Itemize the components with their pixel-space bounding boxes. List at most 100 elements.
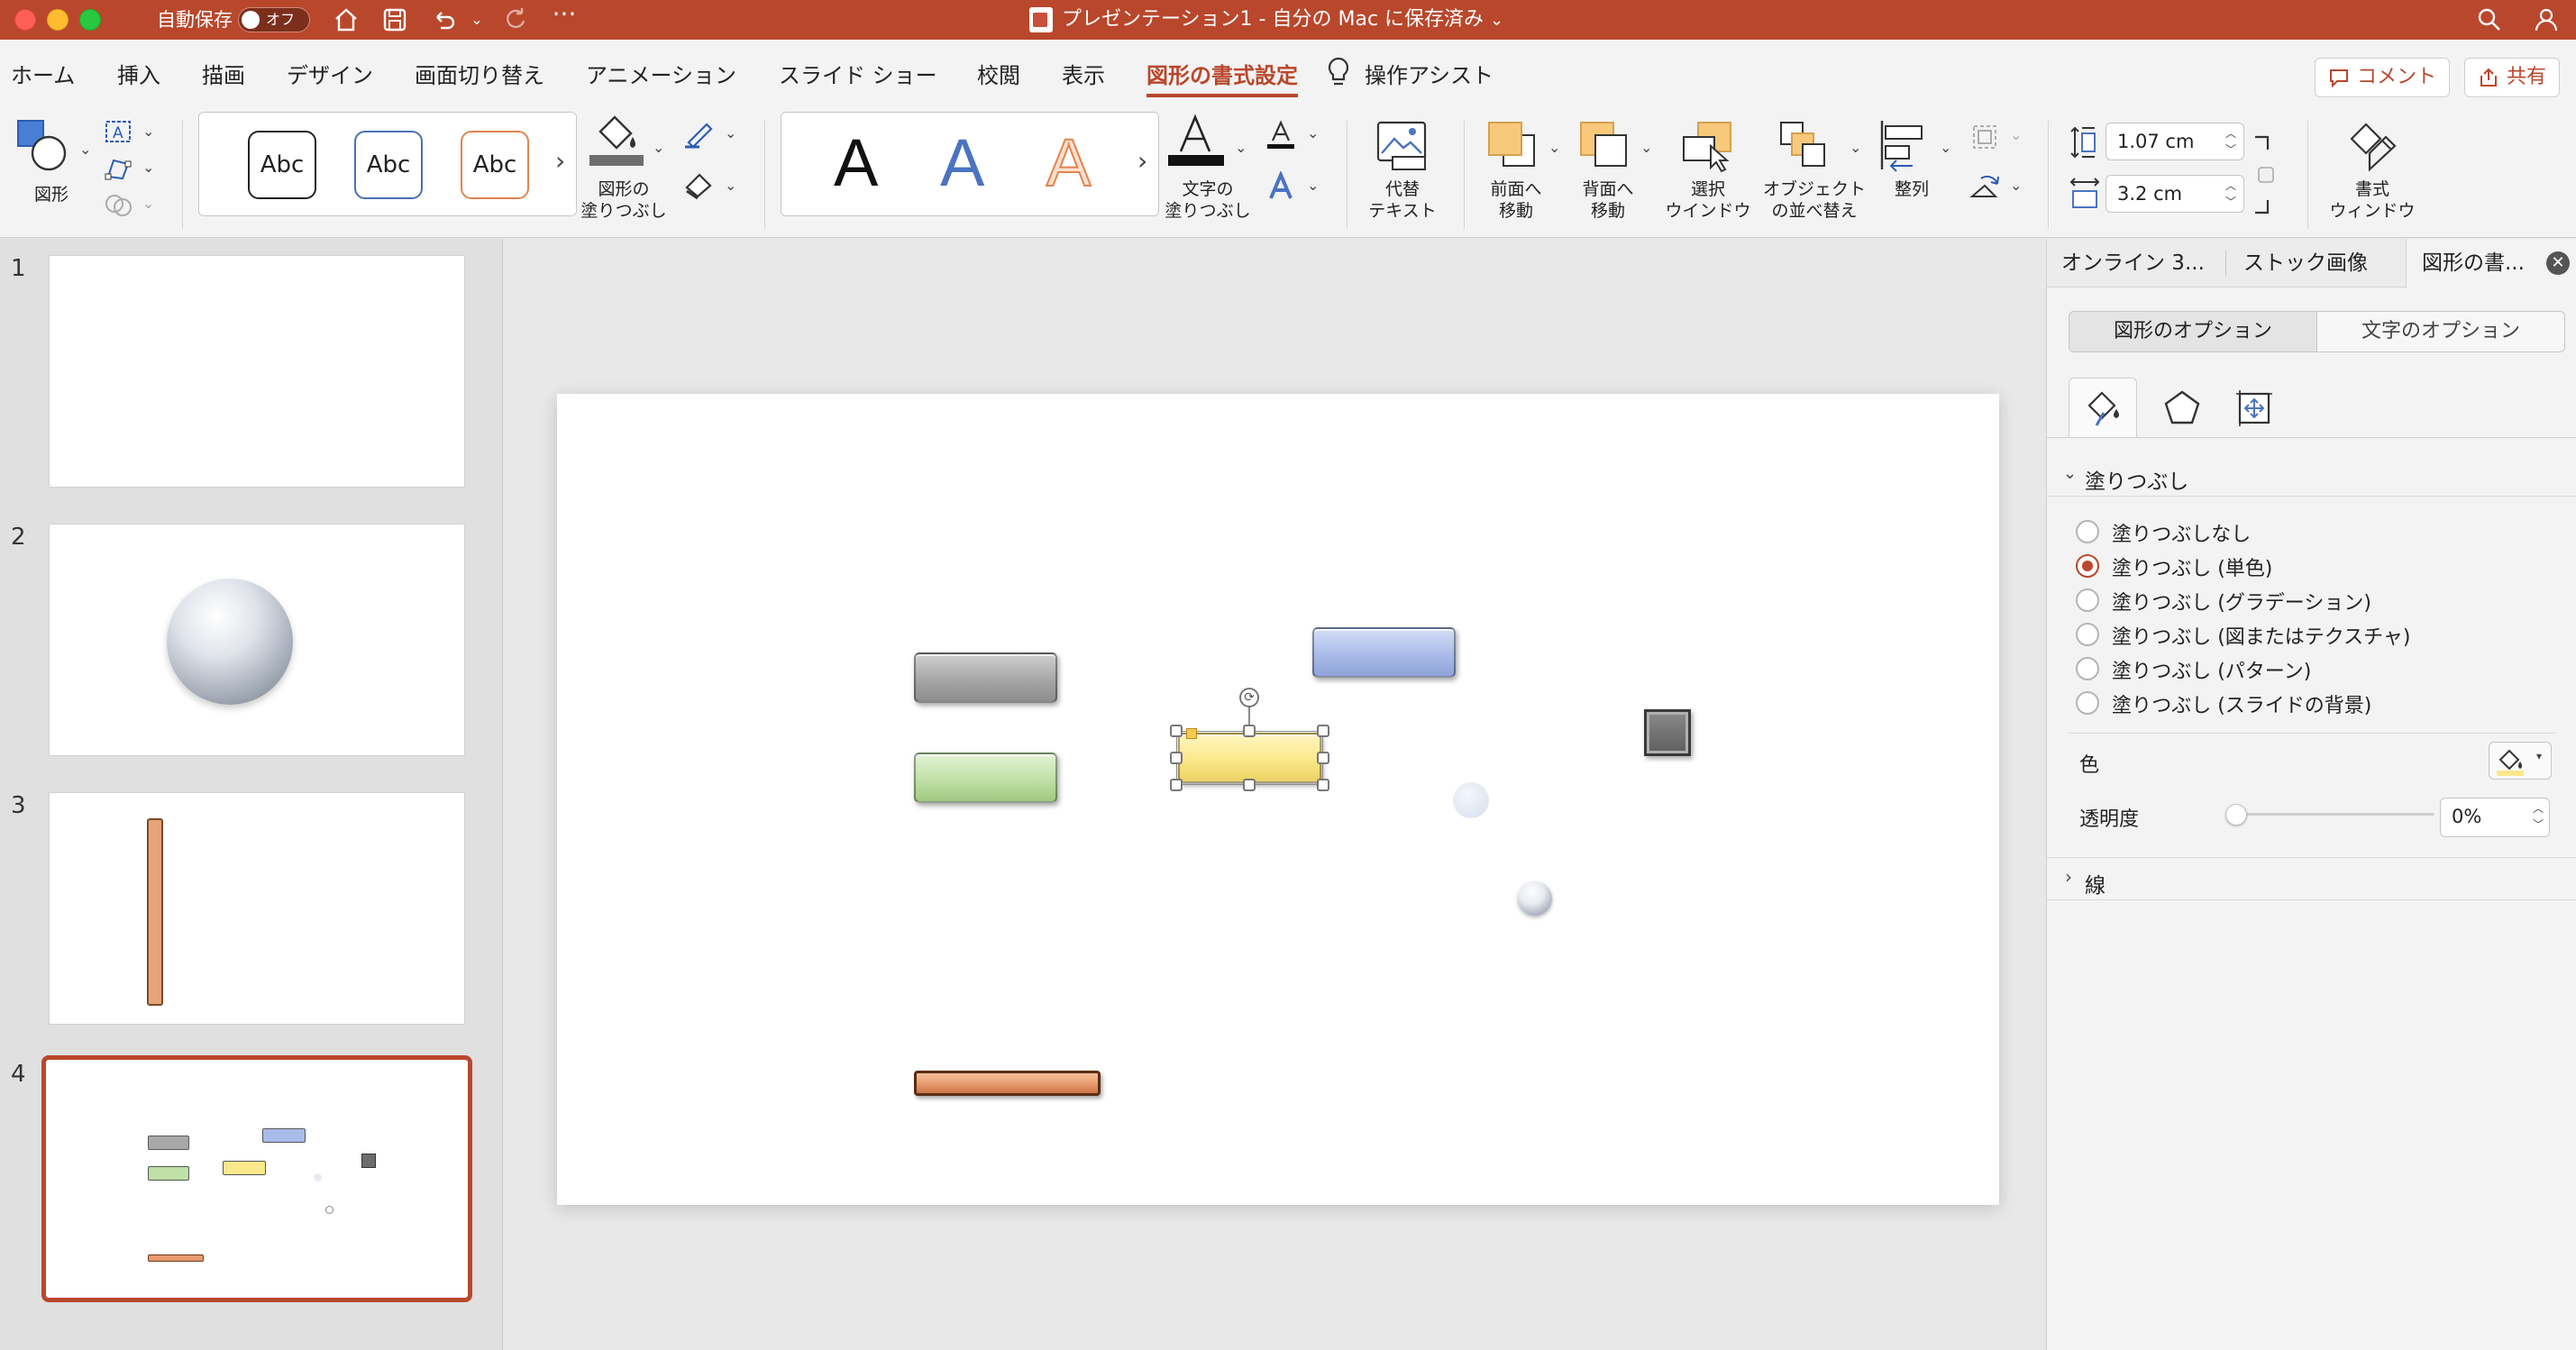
tab-slide-show[interactable]: スライド ショー — [779, 58, 937, 89]
width-up-chevron-icon[interactable]: ︿ — [2225, 179, 2236, 192]
fill-option-picture-texture[interactable]: 塗りつぶし (図またはテクスチャ) — [2076, 619, 2526, 650]
fill-option-pattern[interactable]: 塗りつぶし (パターン) — [2076, 653, 2526, 684]
fill-option-gradient[interactable]: 塗りつぶし (グラデーション) — [2076, 585, 2526, 616]
close-window-button[interactable] — [14, 9, 36, 31]
slide-thumbnail-2[interactable] — [49, 524, 465, 756]
tab-view[interactable]: 表示 — [1062, 58, 1105, 89]
comment-button[interactable]: コメント — [2315, 58, 2450, 97]
bring-forward-button[interactable]: ⌄ 前面へ 移動 — [1475, 112, 1565, 229]
tab-shape-format[interactable]: 図形の書式設定 — [1146, 58, 1298, 89]
align-button[interactable]: ⌄ 整列 — [1877, 112, 1958, 229]
group-objects-button[interactable]: ⌄ — [1969, 121, 2032, 160]
resize-handle-bottom[interactable] — [1243, 779, 1256, 791]
wordart-more-chevron-icon[interactable]: › — [1137, 146, 1147, 176]
transparency-slider-thumb[interactable] — [2225, 804, 2247, 826]
fill-option-slide-background[interactable]: 塗りつぶし (スライドの背景) — [2076, 688, 2526, 718]
tab-review[interactable]: 校閲 — [977, 58, 1020, 89]
tab-home[interactable]: ホーム — [11, 58, 75, 89]
dark-square-shape[interactable] — [1644, 709, 1691, 756]
fill-section-header[interactable]: ⌄ 塗りつぶし — [2047, 457, 2576, 497]
effects-tab-pentagon-icon[interactable] — [2155, 385, 2209, 435]
search-icon[interactable] — [2471, 0, 2507, 45]
undo-dropdown-chevron-icon[interactable]: ⌄ — [463, 0, 490, 40]
resize-handle-top-left[interactable] — [1170, 725, 1183, 737]
text-fill-button[interactable]: ⌄ 文字の 塗りつぶし — [1165, 112, 1251, 229]
tab-format-shape[interactable]: 図形の書... — [2422, 239, 2525, 287]
wordart-style-blue[interactable]: A — [940, 122, 984, 205]
tab-stock-images[interactable]: ストック画像 — [2243, 239, 2368, 287]
current-slide[interactable]: ⟳ — [557, 394, 1999, 1205]
wordart-style-orange-outline[interactable]: A — [1046, 122, 1092, 205]
tab-draw[interactable]: 描画 — [202, 58, 245, 89]
rotate-button[interactable]: ⌄ — [1969, 171, 2032, 211]
resize-handle-left[interactable] — [1170, 752, 1183, 764]
undo-icon[interactable] — [425, 0, 461, 45]
fill-and-line-tab[interactable] — [2069, 378, 2137, 437]
transparency-up-chevron-icon[interactable]: ︿ — [2533, 802, 2544, 815]
tab-transitions[interactable]: 画面切り替え — [415, 58, 544, 89]
selection-pane-button[interactable]: 選択 ウインドウ — [1660, 112, 1756, 229]
edit-shape-button[interactable]: ⌄ — [103, 155, 160, 187]
shape-styles-more-chevron-icon[interactable]: › — [555, 146, 565, 176]
radio-button[interactable] — [2076, 520, 2099, 543]
arrange-objects-button[interactable]: ⌄ オブジェクト の並べ替え — [1758, 112, 1871, 229]
title-dropdown-chevron-icon[interactable]: ⌄ — [1490, 11, 1503, 30]
line-section-header[interactable]: › 線 — [2047, 861, 2576, 900]
transparency-down-chevron-icon[interactable]: ﹀ — [2533, 818, 2544, 831]
shape-style-dark[interactable]: Abc — [248, 131, 316, 199]
tab-animations[interactable]: アニメーション — [586, 58, 736, 89]
tab-insert[interactable]: 挿入 — [117, 58, 160, 89]
resize-handle-right[interactable] — [1317, 752, 1329, 764]
text-effects-button[interactable]: ⌄ — [1264, 169, 1327, 207]
lock-aspect-ratio-icon[interactable] — [2253, 133, 2275, 216]
height-down-chevron-icon[interactable]: ﹀ — [2225, 143, 2236, 156]
share-button[interactable]: 共有 — [2464, 58, 2560, 97]
merge-shapes-button[interactable]: ⌄ — [103, 191, 160, 223]
transparency-input[interactable]: 0% ︿ ﹀ — [2440, 798, 2550, 837]
text-box-button[interactable]: A ⌄ — [103, 119, 160, 151]
text-outline-button[interactable]: ⌄ — [1264, 119, 1327, 155]
shape-options-tab[interactable]: 図形のオプション — [2069, 311, 2317, 352]
blue-rounded-rectangle[interactable] — [1312, 627, 1456, 678]
radio-button[interactable] — [2076, 588, 2099, 612]
zoom-window-button[interactable] — [79, 9, 101, 31]
save-icon[interactable] — [377, 0, 413, 45]
redo-icon[interactable] — [498, 0, 534, 45]
home-icon[interactable] — [328, 0, 364, 45]
resize-handle-top-right[interactable] — [1317, 725, 1329, 737]
green-rounded-rectangle[interactable] — [914, 753, 1057, 803]
tab-design[interactable]: デザイン — [287, 58, 373, 89]
small-sphere[interactable] — [1518, 881, 1552, 916]
fill-option-none[interactable]: 塗りつぶしなし — [2076, 516, 2526, 547]
more-icon[interactable]: ··· — [546, 0, 582, 34]
shape-fill-button[interactable]: ⌄ 図形の 塗りつぶし — [580, 112, 674, 229]
size-properties-tab-icon[interactable] — [2227, 385, 2281, 435]
slide-thumbnail-1[interactable] — [49, 255, 465, 488]
shape-height-input[interactable]: 1.07 cm ︿ ﹀ — [2106, 123, 2244, 160]
slide-thumbnail-3[interactable] — [49, 792, 465, 1025]
transparency-slider-track[interactable] — [2227, 813, 2434, 816]
rotation-handle-icon[interactable]: ⟳ — [1239, 688, 1259, 707]
radio-button-selected[interactable] — [2076, 554, 2099, 578]
tell-me-assist[interactable]: 操作アシスト — [1365, 58, 1494, 89]
tab-online-3d[interactable]: オンライン 3... — [2061, 239, 2205, 287]
light-blue-circle[interactable] — [1453, 782, 1489, 818]
radio-button[interactable] — [2076, 691, 2099, 715]
autosave-toggle[interactable]: オフ — [238, 7, 310, 32]
height-up-chevron-icon[interactable]: ︿ — [2225, 127, 2236, 140]
slide-thumbnail-4[interactable] — [41, 1055, 472, 1302]
fill-option-solid[interactable]: 塗りつぶし (単色) — [2076, 551, 2526, 581]
resize-handle-bottom-right[interactable] — [1317, 779, 1329, 791]
shape-effects-button[interactable]: ⌄ — [681, 171, 744, 207]
resize-handle-bottom-left[interactable] — [1170, 779, 1183, 791]
shape-outline-button[interactable]: ⌄ — [681, 119, 744, 155]
copper-horizontal-bar[interactable] — [914, 1071, 1101, 1096]
shapes-button[interactable]: ⌄ 図形 — [13, 117, 91, 216]
format-pane-button[interactable]: 書式 ウィンドウ — [2327, 112, 2417, 229]
wordart-style-black[interactable]: A — [834, 122, 878, 205]
gray-rounded-rectangle[interactable] — [914, 652, 1057, 703]
radio-button[interactable] — [2076, 657, 2099, 680]
shape-style-blue[interactable]: Abc — [354, 131, 423, 199]
resize-handle-top[interactable] — [1243, 725, 1256, 737]
width-down-chevron-icon[interactable]: ﹀ — [2225, 196, 2236, 208]
